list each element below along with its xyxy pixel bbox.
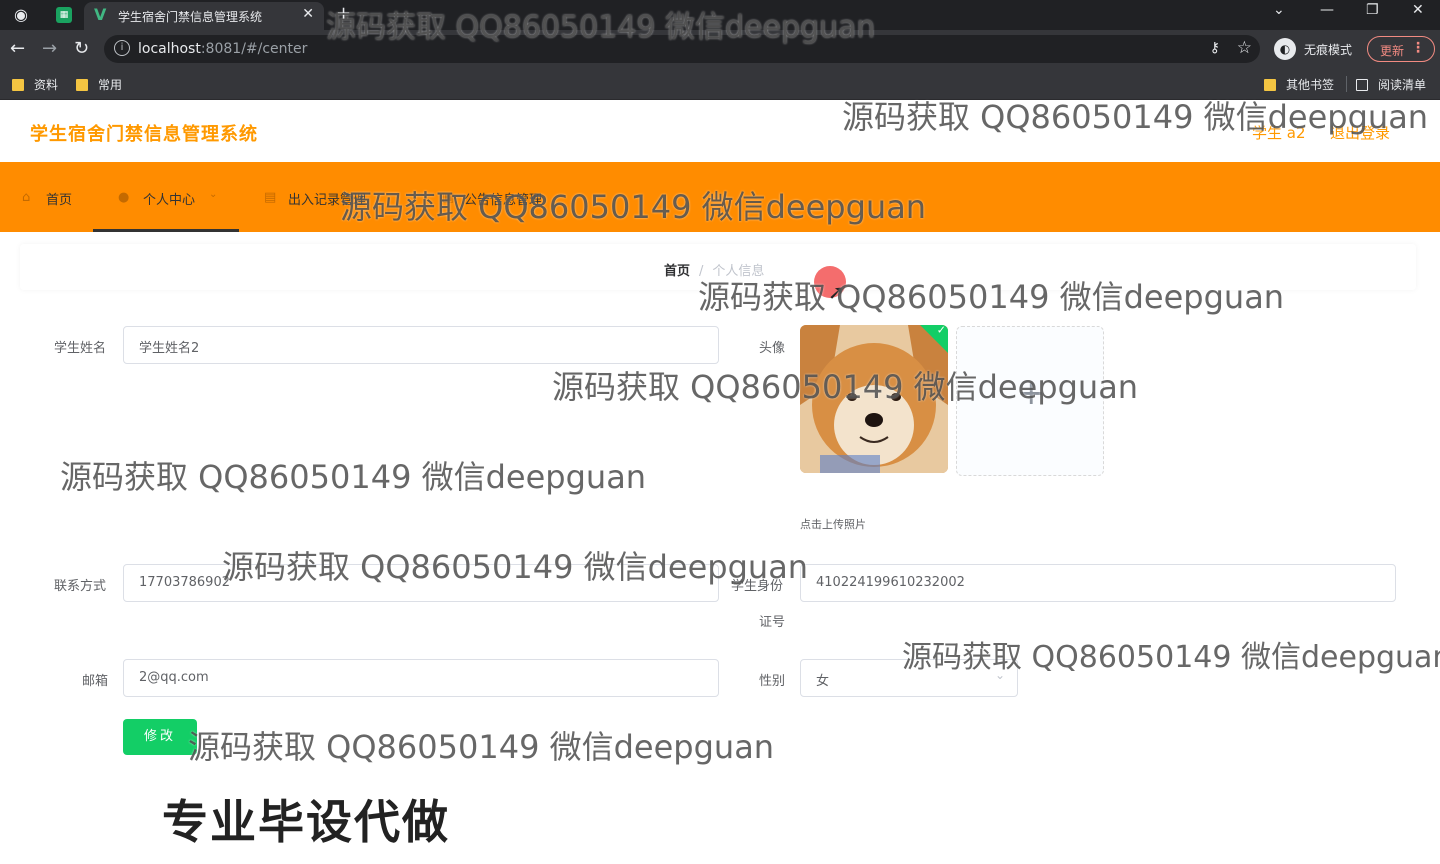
id-number-value: 410224199610232002 [816, 575, 965, 590]
other-bookmarks[interactable]: 其他书签 [1264, 76, 1334, 93]
url-host: localhost [138, 41, 201, 57]
watermark: 源码获取 QQ86050149 微信deepguan [60, 458, 647, 496]
phone-label: 联系方式 [54, 579, 107, 594]
tab-title: 学生宿舍门禁信息管理系统 [118, 10, 263, 24]
window-close-icon[interactable]: ✕ [1412, 2, 1424, 18]
globe-icon[interactable]: ◉ [14, 5, 34, 25]
nav-item-profile[interactable]: ● 个人中心 ⌄ [93, 162, 239, 232]
bookmark-label: 阅读清单 [1378, 78, 1427, 92]
url-path: :8081/#/center [200, 41, 308, 57]
nav-label: 个人中心 [143, 193, 196, 208]
id-number-input[interactable]: 410224199610232002 [800, 564, 1396, 602]
url-text: localhost:8081/#/center [138, 41, 307, 57]
minimize-icon[interactable]: — [1320, 2, 1334, 18]
chevron-down-icon: ⌄ [209, 189, 218, 200]
incognito-icon: ◐ [1274, 38, 1296, 60]
bookmark-label: 资料 [34, 78, 59, 92]
watermark: 源码获取 QQ86050149 微信deepguan [902, 640, 1440, 675]
submit-button[interactable]: 修改 [123, 719, 197, 755]
name-label: 学生姓名 [54, 341, 107, 356]
tab-close-icon[interactable]: ✕ [302, 6, 314, 22]
bookmark-folder[interactable]: 常用 [76, 76, 122, 93]
nav-label: 首页 [46, 193, 73, 208]
update-button[interactable]: 更新 ⋮ [1367, 36, 1435, 62]
id-label-line2: 证号 [759, 615, 786, 630]
phone-value: 17703786902 [139, 575, 230, 590]
folder-icon [1264, 79, 1276, 91]
avatar-label: 头像 [759, 341, 786, 356]
upload-tip: 点击上传照片 [800, 518, 866, 531]
incognito-indicator[interactable]: ◐ 无痕模式 [1274, 37, 1360, 61]
folder-icon [76, 79, 88, 91]
watermark: 源码获取 QQ86050149 微信deepguan [188, 728, 775, 766]
breadcrumb-home[interactable]: 首页 [664, 264, 690, 279]
bookmark-label: 常用 [98, 78, 123, 92]
bookmark-folder[interactable]: 资料 [12, 76, 58, 93]
more-icon: ⋮ [1411, 40, 1425, 56]
forward-icon[interactable]: → [42, 38, 57, 59]
back-icon[interactable]: ← [10, 38, 25, 59]
check-icon: ✓ [936, 325, 946, 337]
browser-tab-active[interactable]: V 学生宿舍门禁信息管理系统 ✕ [84, 2, 324, 30]
email-input[interactable]: 2@qq.com [123, 659, 719, 697]
promo-banner: 专业毕设代做 [161, 794, 450, 850]
watermark: 源码获取 QQ86050149 微信deepguan [842, 98, 1429, 136]
sheet-icon: ▦ [56, 7, 72, 23]
key-icon[interactable]: ⚷ [1210, 40, 1220, 56]
reload-icon[interactable]: ↻ [74, 38, 89, 59]
vue-icon: V [94, 5, 107, 24]
watermark: 源码获取 QQ86050149 微信deepguan [326, 10, 876, 45]
nav-item-home[interactable]: ⌂ 首页 [0, 162, 92, 232]
watermark: 源码获取 QQ86050149 微信deepguan [552, 368, 1139, 406]
gender-label: 性别 [759, 674, 786, 689]
home-icon: ⌂ [22, 190, 31, 205]
folder-icon [12, 79, 24, 91]
divider [1346, 76, 1347, 92]
incognito-label: 无痕模式 [1304, 43, 1353, 57]
app-title: 学生宿舍门禁信息管理系统 [30, 124, 258, 145]
watermark: 源码获取 QQ86050149 微信deepguan [698, 278, 1285, 316]
gender-value: 女 [816, 674, 830, 689]
email-label: 邮箱 [82, 674, 109, 689]
bookmark-label: 其他书签 [1286, 78, 1335, 92]
star-icon[interactable]: ☆ [1237, 38, 1252, 58]
tab-search-icon[interactable]: ⌄ [1273, 2, 1285, 18]
name-input[interactable]: 学生姓名2 [123, 326, 719, 364]
calendar-icon: ▤ [264, 190, 277, 205]
browser-tab-inactive[interactable]: ▦ [50, 4, 80, 26]
watermark: 源码获取 QQ86050149 微信deepguan [222, 548, 809, 586]
name-value: 学生姓名2 [139, 341, 200, 356]
reading-list[interactable]: 阅读清单 [1356, 76, 1426, 93]
reading-list-icon [1356, 79, 1368, 91]
info-icon[interactable]: i [114, 40, 130, 56]
restore-icon[interactable]: ❐ [1366, 2, 1379, 18]
user-icon: ● [118, 190, 130, 205]
watermark: 源码获取 QQ86050149 微信deepguan [340, 188, 927, 226]
email-value: 2@qq.com [139, 670, 209, 685]
update-label: 更新 [1380, 44, 1405, 58]
